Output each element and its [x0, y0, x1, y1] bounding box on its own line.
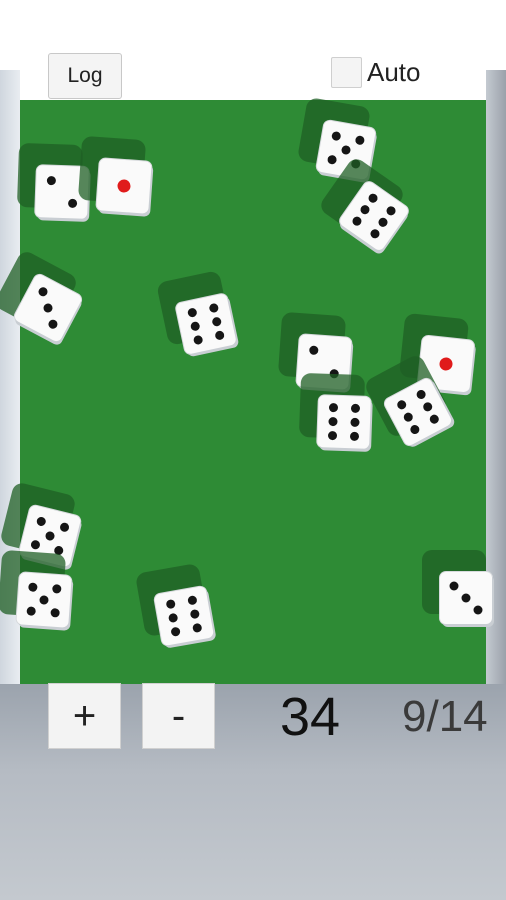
- die-pip: [415, 388, 428, 401]
- auto-checkbox[interactable]: [331, 57, 362, 88]
- die[interactable]: [175, 293, 237, 355]
- auto-label: Auto: [367, 57, 421, 87]
- die-pip: [449, 581, 459, 591]
- die-pip: [117, 179, 131, 193]
- die-pip: [326, 154, 337, 166]
- die-pip: [327, 430, 337, 440]
- add-die-button[interactable]: +: [48, 683, 121, 749]
- die-pip: [408, 423, 421, 436]
- die-pip: [44, 530, 56, 542]
- die-pip: [211, 316, 223, 327]
- log-button[interactable]: Log: [48, 53, 122, 99]
- die-pip: [46, 175, 56, 185]
- die[interactable]: [317, 395, 371, 449]
- die-pip: [27, 581, 38, 592]
- die-pip: [366, 192, 379, 205]
- die-pip: [192, 334, 203, 345]
- die-pip: [328, 403, 338, 413]
- die-pip: [190, 608, 201, 620]
- die-pip: [29, 539, 41, 551]
- die[interactable]: [440, 572, 492, 624]
- die-pip: [214, 329, 226, 341]
- die-pip: [350, 214, 364, 227]
- die-pip: [355, 134, 366, 146]
- die-pip: [167, 612, 178, 624]
- die-pip: [401, 411, 414, 424]
- die-pip: [384, 205, 398, 218]
- remove-die-button[interactable]: -: [142, 683, 215, 749]
- die-pip: [358, 203, 371, 216]
- die[interactable]: [153, 585, 215, 647]
- die-pip: [47, 318, 60, 331]
- die-pip: [422, 400, 435, 413]
- die-pip: [438, 356, 454, 372]
- die-pip: [369, 227, 382, 240]
- die[interactable]: [96, 158, 152, 214]
- die-pip: [351, 404, 361, 414]
- dice-total: 34: [280, 687, 341, 747]
- die-pip: [428, 412, 441, 425]
- die-pip: [52, 583, 63, 594]
- die-pip: [350, 431, 360, 441]
- die-pip: [340, 144, 352, 156]
- die-pip: [39, 595, 49, 605]
- die-pip: [68, 199, 78, 209]
- dice-count: 9/14: [402, 692, 488, 741]
- die-pip: [473, 605, 483, 615]
- die-pip: [59, 521, 71, 533]
- die-pip: [192, 622, 203, 633]
- auto-toggle[interactable]: Auto: [331, 57, 421, 88]
- die-pip: [350, 417, 361, 428]
- die-pip: [189, 321, 201, 332]
- die-pip: [327, 416, 338, 427]
- die-pip: [308, 344, 319, 355]
- die-pip: [186, 307, 198, 319]
- die[interactable]: [16, 572, 72, 628]
- die-pip: [169, 626, 181, 637]
- die-pip: [35, 515, 47, 527]
- die-pip: [187, 595, 199, 606]
- die-pip: [25, 606, 36, 617]
- die-pip: [209, 303, 220, 314]
- die-pip: [461, 593, 471, 603]
- die-pip: [36, 285, 49, 298]
- die-pip: [377, 216, 390, 229]
- die-pip: [41, 301, 55, 315]
- die-pip: [50, 608, 61, 619]
- die-pip: [330, 130, 342, 141]
- die-pip: [395, 399, 408, 412]
- die-pip: [165, 599, 176, 610]
